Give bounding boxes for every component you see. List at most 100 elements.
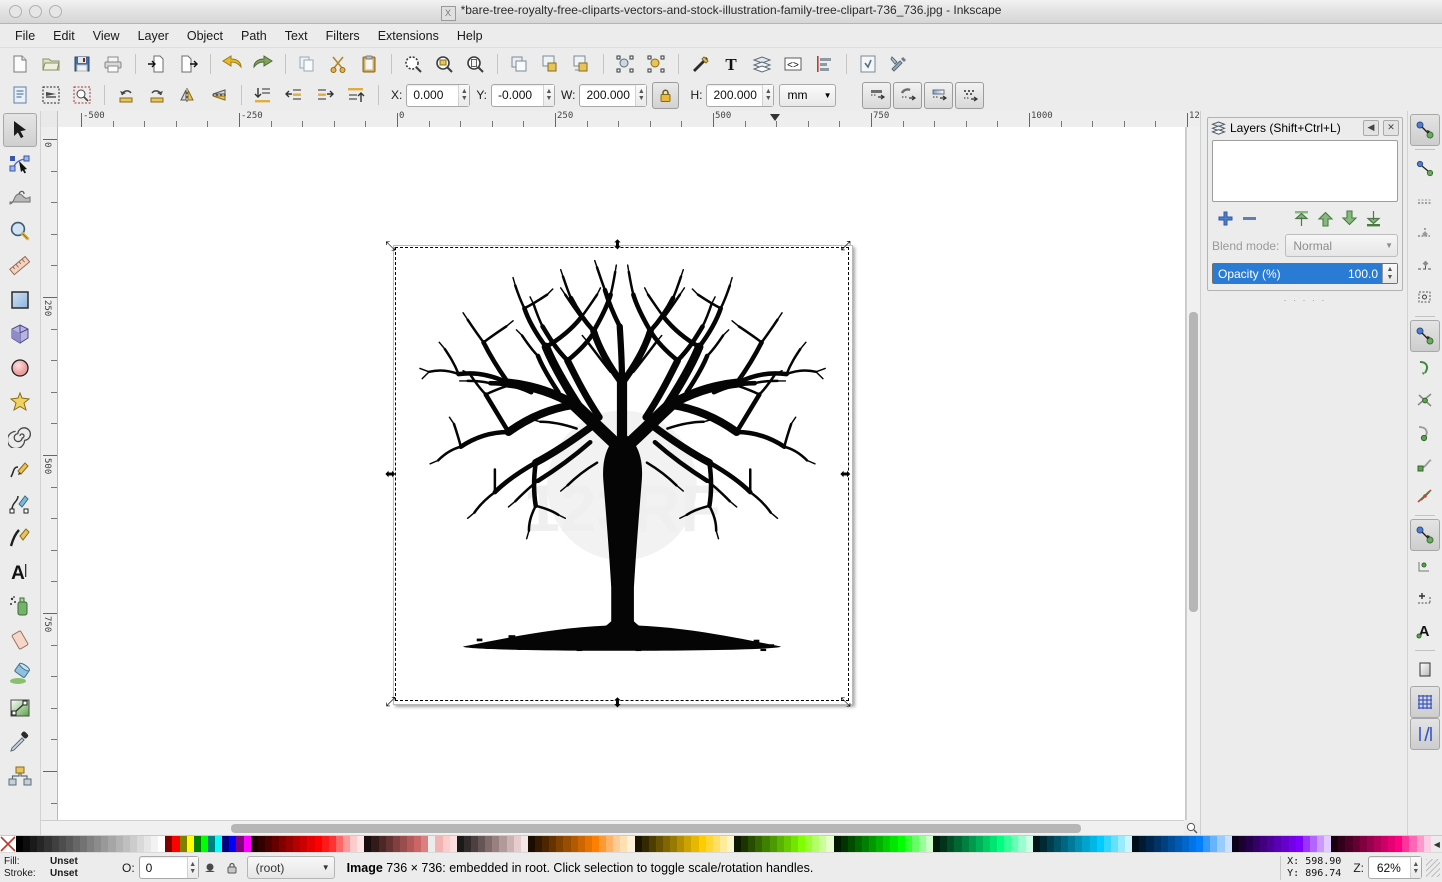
- palette-swatch[interactable]: [556, 836, 564, 852]
- palette-swatch[interactable]: [72, 836, 80, 852]
- palette-swatch[interactable]: [1089, 836, 1097, 852]
- palette-swatch[interactable]: [371, 836, 379, 852]
- palette-swatch[interactable]: [1011, 836, 1019, 852]
- units-dropdown[interactable]: mm ▼: [779, 83, 837, 107]
- copy-button[interactable]: [292, 50, 322, 78]
- eraser-tool[interactable]: [3, 623, 37, 657]
- vertical-ruler[interactable]: 0 250 500 750: [41, 127, 58, 820]
- palette-swatch[interactable]: [940, 836, 948, 852]
- layer-selector[interactable]: (root) ▼: [246, 856, 335, 879]
- sticky-zoom-toggle[interactable]: [1184, 820, 1200, 835]
- palette-swatch[interactable]: [719, 836, 727, 852]
- group-button[interactable]: [535, 50, 565, 78]
- h-spin-arrows[interactable]: ▲ ▼: [762, 84, 774, 106]
- palette-swatch[interactable]: [677, 836, 685, 852]
- palette-swatch[interactable]: [819, 836, 827, 852]
- raise-layer-to-top-button[interactable]: [1290, 208, 1312, 228]
- palette-swatch[interactable]: [1174, 836, 1182, 852]
- palette-swatch[interactable]: [1025, 836, 1033, 852]
- menu-layer[interactable]: Layer: [129, 26, 178, 46]
- menu-help[interactable]: Help: [448, 26, 492, 46]
- palette-swatch[interactable]: [357, 836, 365, 852]
- palette-swatch[interactable]: [58, 836, 66, 852]
- palette-swatch[interactable]: [279, 836, 287, 852]
- palette-swatch[interactable]: [37, 836, 45, 852]
- palette-swatch[interactable]: [471, 836, 479, 852]
- palette-swatch[interactable]: [65, 836, 73, 852]
- palette-swatch[interactable]: [904, 836, 912, 852]
- palette-swatch[interactable]: [1402, 836, 1410, 852]
- rotate-cw-button[interactable]: [142, 81, 172, 109]
- palette-swatch[interactable]: [1146, 836, 1154, 852]
- palette-swatch[interactable]: [613, 836, 621, 852]
- x-spinbox[interactable]: ▲▼: [406, 83, 471, 107]
- palette-swatch[interactable]: [954, 836, 962, 852]
- measure-tool[interactable]: [3, 249, 37, 283]
- palette-swatch[interactable]: [399, 836, 408, 852]
- palette-swatch[interactable]: [1039, 836, 1047, 852]
- palette-swatch[interactable]: [151, 836, 159, 852]
- palette-swatch[interactable]: [1004, 836, 1012, 852]
- palette-swatch[interactable]: [1068, 836, 1076, 852]
- palette-swatch[interactable]: [734, 836, 742, 852]
- palette-swatch[interactable]: [1338, 836, 1346, 852]
- palette-swatch[interactable]: [1309, 836, 1318, 852]
- add-layer-button[interactable]: [1214, 208, 1236, 228]
- preferences-button[interactable]: [853, 50, 883, 78]
- palette-swatch[interactable]: [1359, 836, 1367, 852]
- palette-swatch[interactable]: [485, 836, 493, 852]
- palette-swatch[interactable]: [1032, 836, 1040, 852]
- palette-swatch[interactable]: [1381, 836, 1389, 852]
- zoom-control[interactable]: Z: ▲▼: [1347, 856, 1422, 879]
- node-tool[interactable]: [3, 147, 37, 181]
- palette-swatch[interactable]: [712, 836, 720, 852]
- palette-swatch[interactable]: [193, 836, 201, 852]
- handle-se[interactable]: ⤡: [839, 696, 852, 709]
- palette-swatch[interactable]: [1409, 836, 1417, 852]
- toggle-layer-visibility-button[interactable]: [200, 858, 220, 878]
- object-properties-button[interactable]: [610, 50, 640, 78]
- palette-swatch[interactable]: [421, 836, 429, 852]
- menu-path[interactable]: Path: [232, 26, 276, 46]
- lower-to-bottom-button[interactable]: [248, 81, 278, 109]
- pencil-tool[interactable]: [3, 453, 37, 487]
- zoom-selection-button[interactable]: [398, 50, 428, 78]
- palette-swatch[interactable]: [321, 836, 329, 852]
- window-resize-grip[interactable]: [1426, 858, 1440, 877]
- palette-swatch[interactable]: [1217, 836, 1225, 852]
- palette-swatch[interactable]: [1053, 836, 1062, 852]
- palette-swatch[interactable]: [1139, 836, 1147, 852]
- palette-swatch[interactable]: [414, 836, 422, 852]
- palette-swatch[interactable]: [1103, 836, 1111, 852]
- text-tool[interactable]: A: [3, 555, 37, 589]
- text-and-font-button[interactable]: T: [716, 50, 746, 78]
- menu-file[interactable]: File: [6, 26, 44, 46]
- palette-swatch[interactable]: [250, 836, 258, 852]
- palette-swatch[interactable]: [1345, 836, 1353, 852]
- palette-swatch[interactable]: [229, 836, 237, 852]
- palette-swatch[interactable]: [805, 836, 813, 852]
- calligraphy-tool[interactable]: [3, 521, 37, 555]
- flip-horizontal-button[interactable]: [173, 81, 203, 109]
- drawing-canvas[interactable]: 123RF: [58, 127, 1186, 820]
- y-input[interactable]: [492, 84, 543, 106]
- palette-swatch[interactable]: [158, 836, 166, 852]
- palette-swatch[interactable]: [634, 836, 642, 852]
- palette-scroll-left-button[interactable]: ◀: [1430, 836, 1442, 852]
- palette-swatch[interactable]: [1288, 836, 1296, 852]
- export-button[interactable]: [173, 50, 203, 78]
- palette-swatch[interactable]: [328, 836, 336, 852]
- palette-swatch[interactable]: [1373, 836, 1381, 852]
- lock-wh-ratio-button[interactable]: [652, 81, 680, 109]
- palette-swatch[interactable]: [1018, 836, 1026, 852]
- palette-swatch[interactable]: [385, 836, 393, 852]
- snap-to-path-intersections-button[interactable]: [1410, 384, 1440, 416]
- horizontal-scroll-thumb[interactable]: [231, 824, 1081, 833]
- affect-patterns-button[interactable]: [955, 81, 985, 109]
- palette-swatch[interactable]: [200, 836, 208, 852]
- palette-swatch[interactable]: [542, 836, 550, 852]
- layers-list[interactable]: [1212, 140, 1398, 202]
- palette-swatch[interactable]: [435, 836, 443, 852]
- palette-swatch[interactable]: [520, 836, 528, 852]
- palette-swatch[interactable]: [30, 836, 38, 852]
